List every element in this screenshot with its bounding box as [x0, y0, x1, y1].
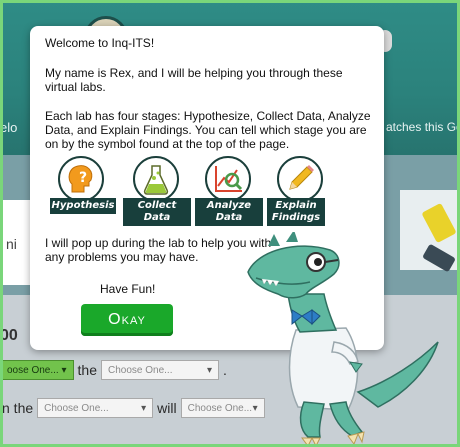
rex-dinosaur-mascot — [238, 230, 460, 447]
head-question-icon: ? — [58, 156, 104, 202]
hypothesis-row-1: oose One... ▾ the Choose One... ▾ . — [0, 358, 231, 382]
chevron-down-icon: ▾ — [141, 402, 147, 414]
hypothesis-builder-label: 00 — [0, 327, 18, 344]
background-text-left: elo — [0, 120, 18, 135]
okay-button[interactable]: Okay — [81, 304, 173, 336]
stage-label: Hypothesis — [50, 198, 116, 214]
dialog-intro-text: My name is Rex, and I will be helping yo… — [45, 66, 343, 94]
dialog-stages-text: Each lab has four stages: Hypothesize, C… — [45, 109, 371, 151]
hypothesis-word: n the — [2, 400, 34, 416]
chevron-down-icon: ▾ — [61, 364, 67, 376]
pencil-icon — [277, 156, 323, 202]
simulation-panel-text: ni — [6, 236, 17, 252]
flask-icon — [133, 156, 179, 202]
hypothesis-punctuation: . — [222, 362, 227, 378]
stage-label: Analyze Data — [195, 198, 263, 226]
dialog-title: Welcome to Inq-ITS! — [45, 36, 155, 50]
stage-label: Collect Data — [123, 198, 191, 226]
hypothesis-select-1[interactable]: oose One... ▾ — [0, 360, 74, 380]
background-text-right: atches this Go — [386, 120, 460, 134]
svg-text:?: ? — [79, 170, 87, 186]
stage-label: Explain Findings — [267, 198, 325, 226]
hypothesis-word: will — [157, 400, 177, 416]
hypothesis-select-2[interactable]: Choose One... ▾ — [100, 360, 219, 380]
dialog-have-fun: Have Fun! — [100, 282, 156, 296]
hypothesis-select-3[interactable]: Choose One... ▾ — [37, 398, 154, 418]
chart-magnifier-icon — [205, 156, 251, 202]
hypothesis-row-2: n the Choose One... ▾ will Choose One... ▾ — [0, 396, 265, 420]
chevron-down-icon: ▾ — [206, 364, 212, 376]
hypothesis-word: the — [77, 362, 97, 378]
